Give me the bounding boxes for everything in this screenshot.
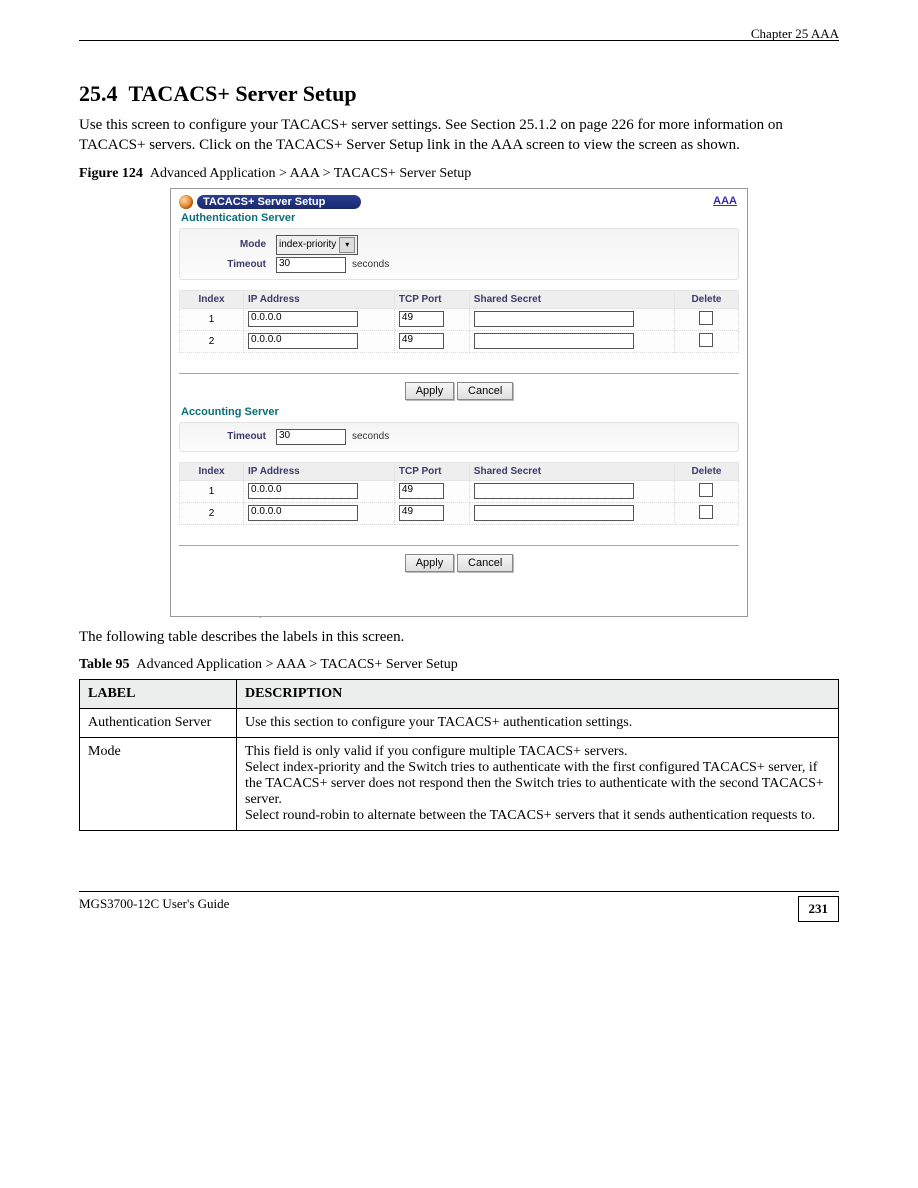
th-port: TCP Port [394, 290, 469, 308]
th-secret: Shared Secret [469, 462, 674, 480]
cell-label: Mode [80, 738, 237, 831]
cell-label: Authentication Server [80, 709, 237, 738]
screenshot-tacacs-setup: AAA TACACS+ Server Setup Authentication … [170, 188, 748, 617]
cell-index: 1 [180, 308, 244, 330]
acct-cancel-button[interactable]: Cancel [457, 554, 513, 572]
page-header-chapter: Chapter 25 AAA [751, 26, 839, 42]
table-row: Authentication Server Use this section t… [80, 709, 839, 738]
auth-delete-checkbox-1[interactable] [699, 311, 713, 325]
th-delete: Delete [674, 462, 738, 480]
table-row: 1 0.0.0.0 49 [180, 480, 739, 502]
auth-timeout-input[interactable]: 30 [276, 257, 346, 273]
acct-secret-input-2[interactable] [474, 505, 634, 521]
mode-label: Mode [186, 239, 276, 250]
acct-apply-button[interactable]: Apply [405, 554, 455, 572]
panel-title-pill: TACACS+ Server Setup [197, 195, 361, 209]
definitions-table: LABEL DESCRIPTION Authentication Server … [79, 679, 839, 831]
table-row: Mode This field is only valid if you con… [80, 738, 839, 831]
section-title: 25.4 TACACS+ Server Setup [79, 81, 839, 107]
footer-guide-title: MGS3700-12C User's Guide [79, 896, 229, 922]
mode-select[interactable]: index-priority ▾ [276, 235, 358, 255]
table-row: 1 0.0.0.0 49 [180, 308, 739, 330]
acct-delete-checkbox-2[interactable] [699, 505, 713, 519]
th-index: Index [180, 290, 244, 308]
auth-port-input-2[interactable]: 49 [399, 333, 444, 349]
auth-secret-input-1[interactable] [474, 311, 634, 327]
th-index: Index [180, 462, 244, 480]
auth-field-block: Mode index-priority ▾ Timeout 30 seconds [179, 228, 739, 280]
acct-timeout-unit: seconds [352, 431, 389, 442]
auth-delete-checkbox-2[interactable] [699, 333, 713, 347]
figure-label: Advanced Application > AAA > TACACS+ Ser… [150, 166, 471, 181]
figure-label-prefix: Figure 124 [79, 166, 143, 181]
acct-secret-input-1[interactable] [474, 483, 634, 499]
auth-server-table: Index IP Address TCP Port Shared Secret … [179, 290, 739, 353]
acct-ip-input-2[interactable]: 0.0.0.0 [248, 505, 358, 521]
header-rule [79, 40, 839, 41]
th-secret: Shared Secret [469, 290, 674, 308]
auth-apply-button[interactable]: Apply [405, 382, 455, 400]
section-paragraph: Use this screen to configure your TACACS… [79, 115, 839, 156]
auth-port-input-1[interactable]: 49 [399, 311, 444, 327]
cell-index: 1 [180, 480, 244, 502]
mode-value: index-priority [279, 239, 336, 250]
chevron-down-icon: ▾ [339, 237, 355, 253]
th-description: DESCRIPTION [237, 680, 839, 709]
auth-timeout-unit: seconds [352, 259, 389, 270]
acct-delete-checkbox-1[interactable] [699, 483, 713, 497]
th-ip: IP Address [244, 462, 395, 480]
table-intro-text: The following table describes the labels… [79, 627, 839, 647]
table-caption-text: Advanced Application > AAA > TACACS+ Ser… [136, 657, 457, 672]
acct-bottom-divider [179, 545, 739, 546]
auth-acct-divider [179, 373, 739, 374]
auth-ip-input-1[interactable]: 0.0.0.0 [248, 311, 358, 327]
acct-timeout-label: Timeout [186, 431, 276, 442]
section-name: TACACS+ Server Setup [129, 81, 357, 106]
acct-field-block: Timeout 30 seconds [179, 422, 739, 452]
auth-timeout-label: Timeout [186, 259, 276, 270]
acct-server-table: Index IP Address TCP Port Shared Secret … [179, 462, 739, 525]
orb-icon [179, 195, 193, 209]
section-number: 25.4 [79, 81, 118, 106]
acct-ip-input-1[interactable]: 0.0.0.0 [248, 483, 358, 499]
th-delete: Delete [674, 290, 738, 308]
auth-secret-input-2[interactable] [474, 333, 634, 349]
page-number: 231 [798, 896, 840, 922]
table-row: 2 0.0.0.0 49 [180, 502, 739, 524]
auth-server-heading: Authentication Server [181, 212, 739, 224]
acct-timeout-input[interactable]: 30 [276, 429, 346, 445]
auth-ip-input-2[interactable]: 0.0.0.0 [248, 333, 358, 349]
cell-index: 2 [180, 502, 244, 524]
figure-caption: Figure 124 Advanced Application > AAA > … [79, 166, 839, 182]
th-ip: IP Address [244, 290, 395, 308]
table-caption-prefix: Table 95 [79, 657, 129, 672]
th-label: LABEL [80, 680, 237, 709]
th-port: TCP Port [394, 462, 469, 480]
cell-index: 2 [180, 330, 244, 352]
table-caption: Table 95 Advanced Application > AAA > TA… [79, 657, 839, 673]
acct-server-heading: Accounting Server [181, 406, 739, 418]
aaa-link[interactable]: AAA [713, 195, 737, 207]
auth-cancel-button[interactable]: Cancel [457, 382, 513, 400]
acct-port-input-2[interactable]: 49 [399, 505, 444, 521]
table-row: 2 0.0.0.0 49 [180, 330, 739, 352]
cell-desc: Use this section to configure your TACAC… [237, 709, 839, 738]
cell-desc: This field is only valid if you configur… [237, 738, 839, 831]
acct-port-input-1[interactable]: 49 [399, 483, 444, 499]
